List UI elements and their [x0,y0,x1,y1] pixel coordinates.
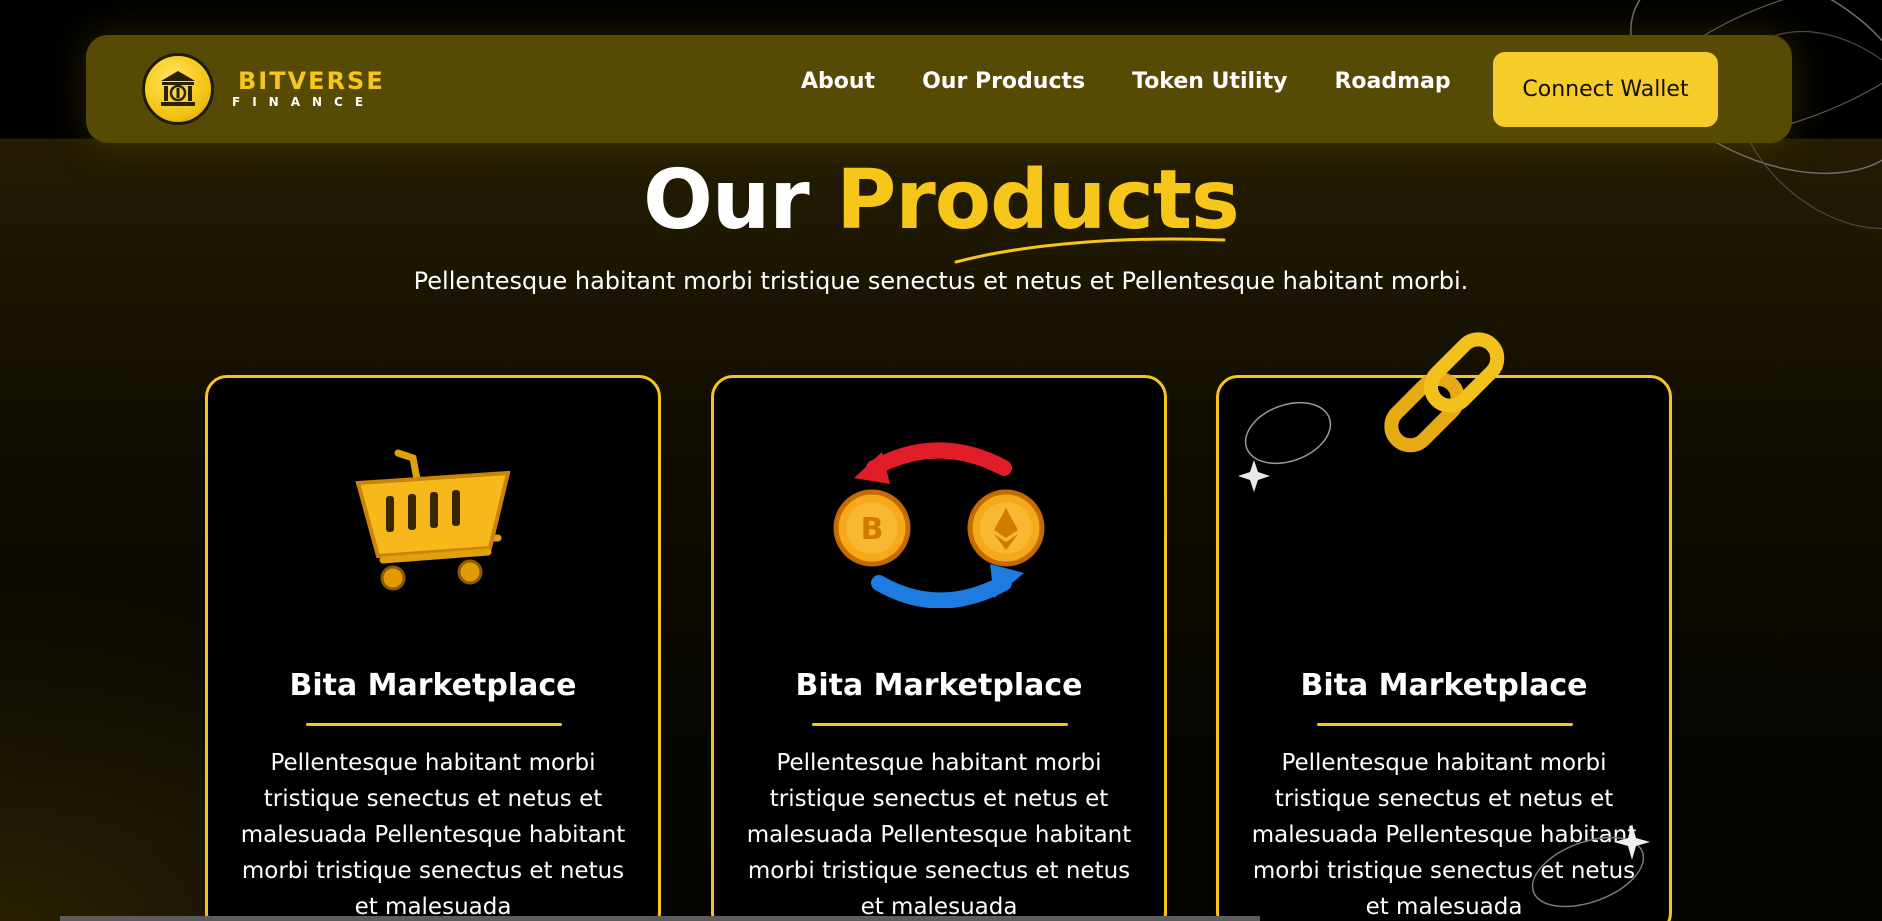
card-title: Bita Marketplace [795,668,1083,703]
navbar: BITVERSE FINANCE About Our Products Toke… [86,35,1792,143]
nav-link-about[interactable]: About [801,67,875,97]
product-card[interactable]: Bita Marketplace Pellentesque habitant m… [205,375,661,921]
connect-wallet-button[interactable]: Connect Wallet [1493,52,1718,127]
title-underline-swoosh [954,237,1226,264]
card-title: Bita Marketplace [1300,668,1588,703]
section-title: Our Products [0,155,1882,247]
brand-name: BITVERSE [238,67,385,95]
card-description: Pellentesque habitant morbi tristique se… [746,750,1132,920]
card-title-rule [1317,723,1573,726]
card-title-rule [306,723,562,726]
nav-links: About Our Products Token Utility Roadmap [801,67,1498,97]
crypto-swap-icon: B [833,442,1045,608]
card-title-rule [812,723,1068,726]
section-subtitle: Pellentesque habitant morbi tristique se… [413,267,1469,295]
horizontal-scrollbar[interactable] [60,916,1260,921]
shopping-cart-icon [355,449,511,591]
sparkle-orbit-decoration [1531,824,1650,908]
nav-link-roadmap[interactable]: Roadmap [1334,67,1450,97]
brand-subname: FINANCE [232,95,376,109]
card-description: Pellentesque habitant morbi tristique se… [240,750,626,920]
sparkle-orbit-decoration [1238,401,1332,492]
bank-coin-icon [142,53,214,125]
nav-link-our-products[interactable]: Our Products [922,67,1085,97]
product-card[interactable]: B Bita Marketplace Pellentesque habitant… [711,375,1167,921]
nav-link-token-utility[interactable]: Token Utility [1132,67,1287,97]
svg-text:B: B [861,512,884,547]
section-title-part1: Our [643,153,810,248]
brand-logo[interactable]: BITVERSE FINANCE [142,53,385,125]
chain-link-icon [1384,332,1505,453]
card-title: Bita Marketplace [289,668,577,703]
